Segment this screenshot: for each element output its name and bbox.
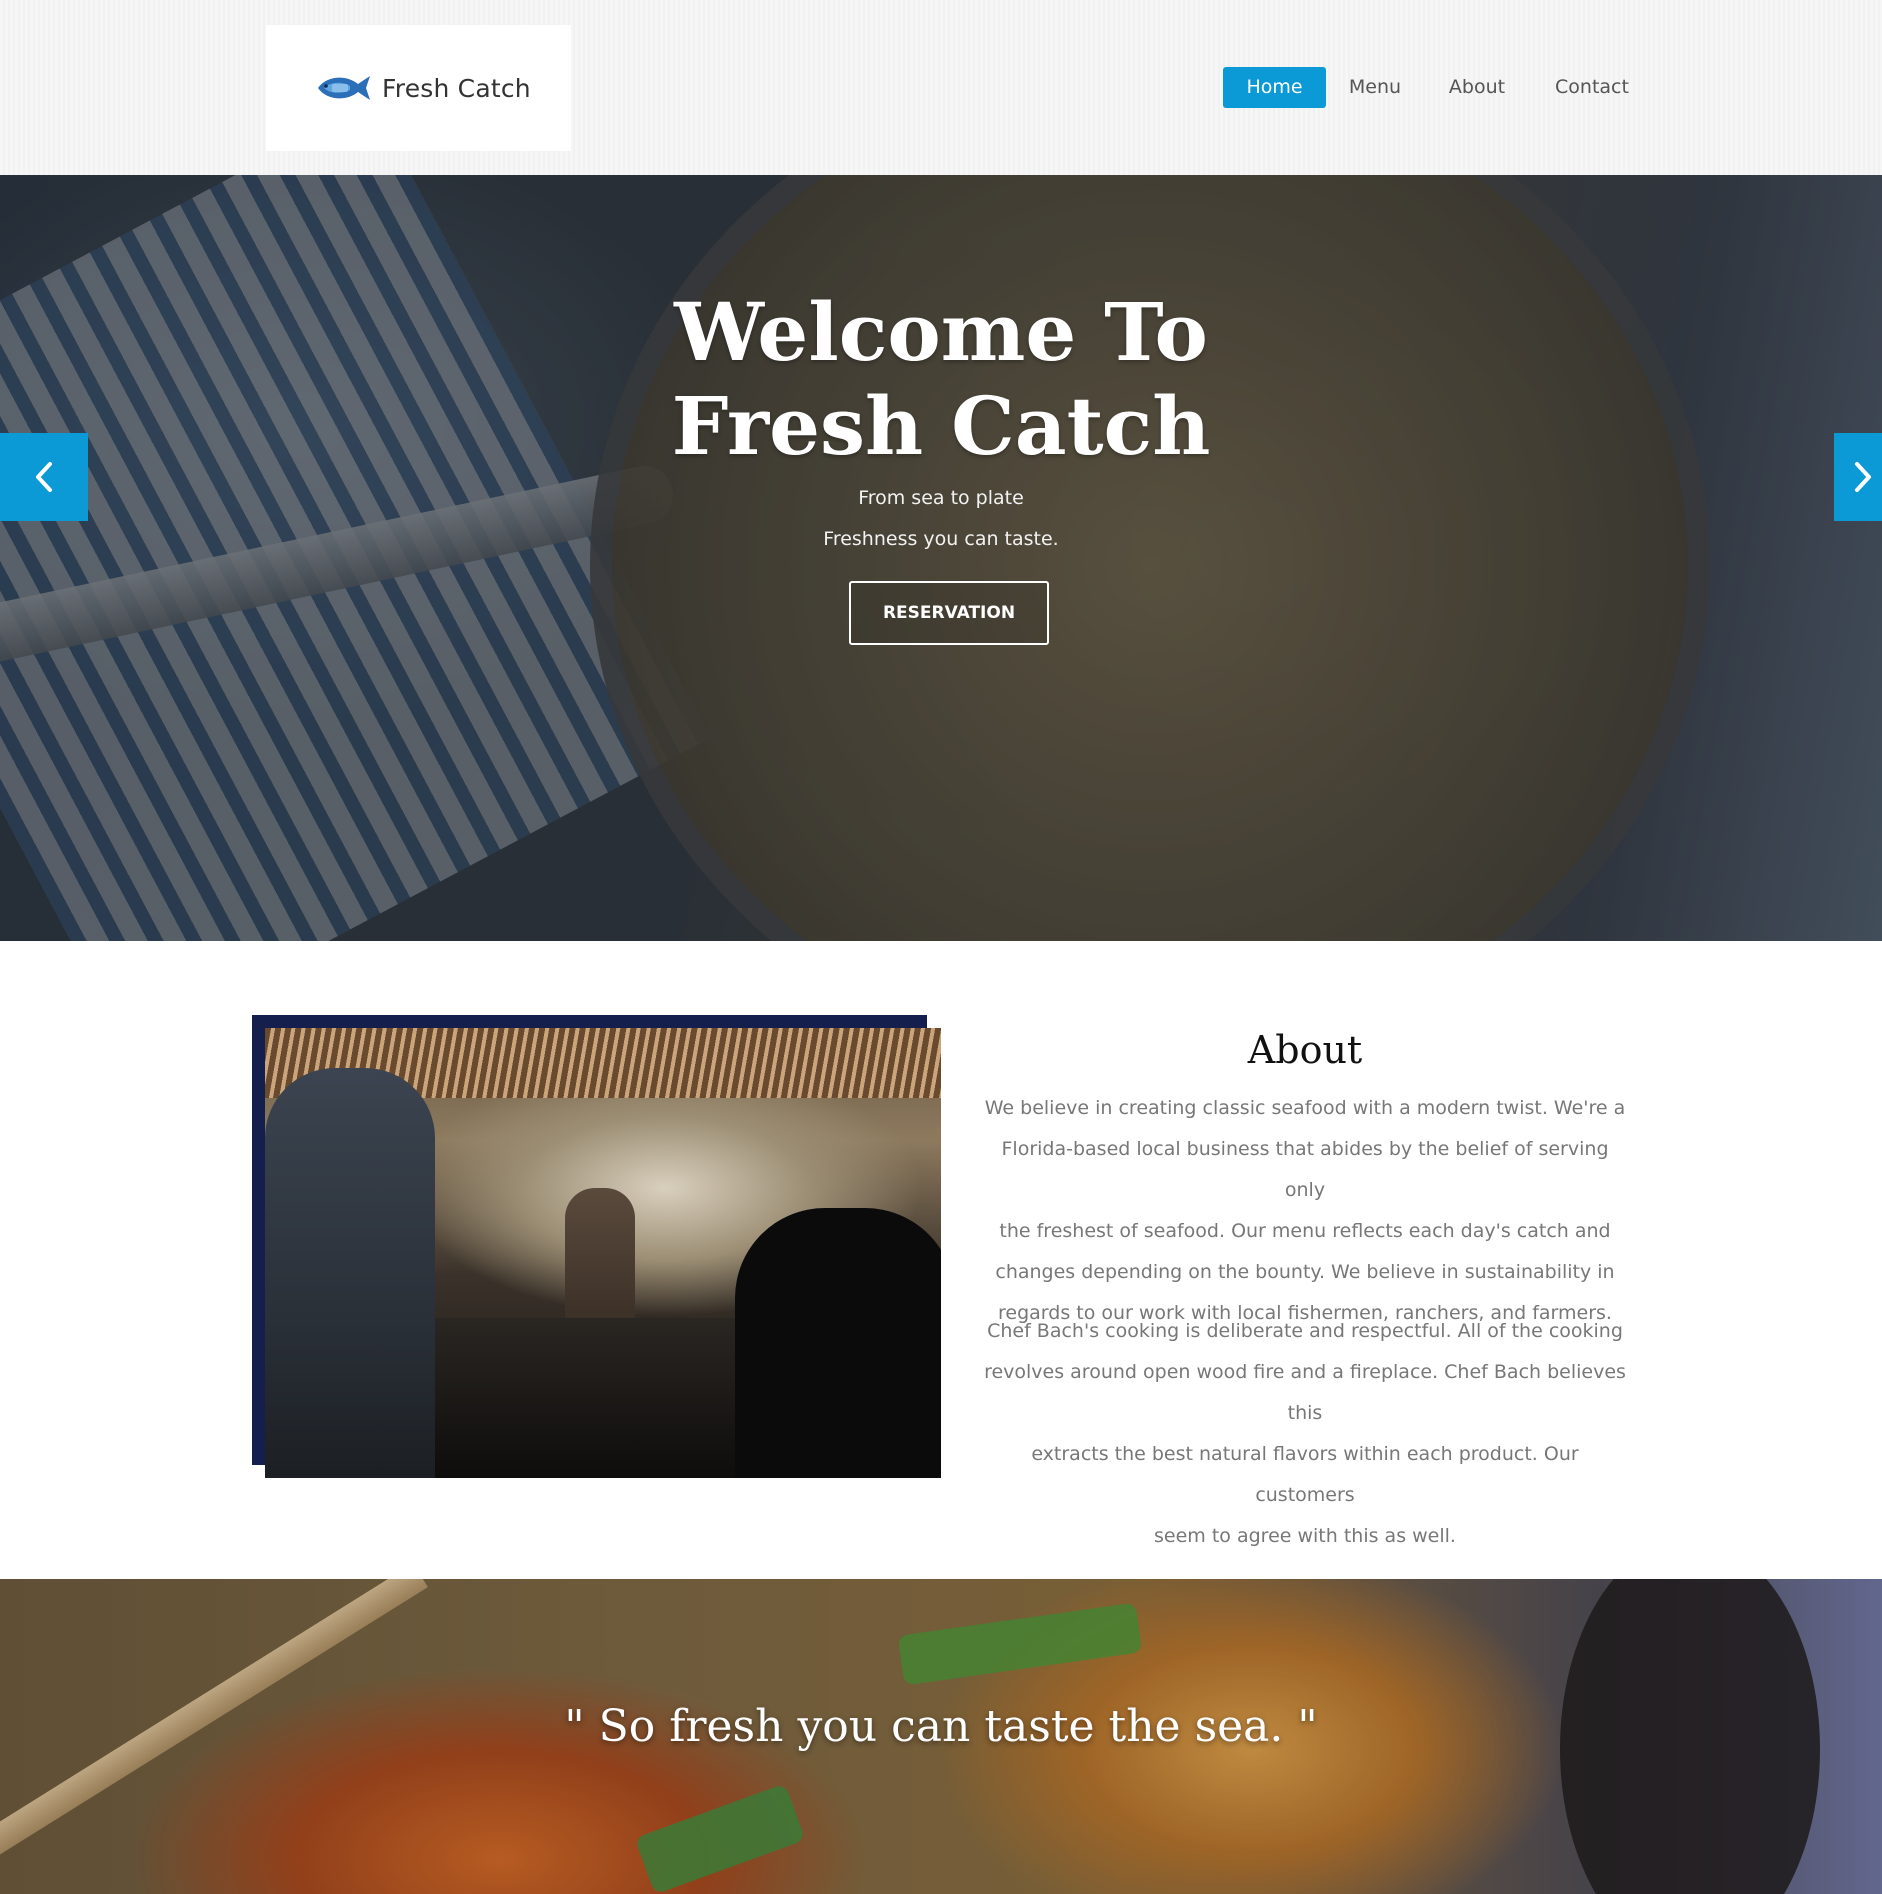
- photo-chef: [565, 1188, 635, 1328]
- quote-banner: " So fresh you can taste the sea. ": [0, 1579, 1882, 1894]
- slider-prev-button[interactable]: [0, 433, 88, 521]
- hero-subtitle-2: Freshness you can taste.: [823, 528, 1059, 550]
- about-p1-line: changes depending on the bounty. We beli…: [995, 1261, 1615, 1283]
- nav-contact[interactable]: Contact: [1548, 67, 1636, 108]
- slider-next-button[interactable]: [1834, 433, 1882, 521]
- brand-name: Fresh Catch: [382, 73, 531, 103]
- fish-icon: [318, 76, 370, 100]
- about-p2-line: extracts the best natural flavors within…: [1031, 1443, 1579, 1506]
- kitchen-photo: [265, 1028, 941, 1478]
- logo[interactable]: Fresh Catch: [266, 25, 571, 151]
- hero-subtitle-1: From sea to plate: [858, 487, 1024, 509]
- about-paragraph-2: Chef Bach's cooking is deliberate and re…: [980, 1311, 1630, 1557]
- nav-home[interactable]: Home: [1223, 67, 1326, 108]
- photo-person-left: [265, 1068, 435, 1478]
- about-paragraph-1: We believe in creating classic seafood w…: [980, 1088, 1630, 1334]
- hero-slider: Welcome To Fresh Catch From sea to plate…: [0, 175, 1882, 941]
- about-p2-line: revolves around open wood fire and a fir…: [984, 1361, 1626, 1424]
- hero-title-line2: Fresh Catch: [671, 379, 1211, 473]
- reservation-button[interactable]: RESERVATION: [849, 581, 1049, 645]
- quote-text: " So fresh you can taste the sea. ": [564, 1701, 1318, 1752]
- nav-about[interactable]: About: [1440, 67, 1514, 108]
- hero-title: Welcome To Fresh Catch: [0, 285, 1882, 473]
- chevron-left-icon: [36, 462, 52, 492]
- about-p1-line: Florida-based local business that abides…: [1001, 1138, 1609, 1201]
- about-heading: About: [1247, 1028, 1363, 1072]
- site-header: Fresh Catch Home Menu About Contact: [0, 0, 1882, 175]
- hero-title-line1: Welcome To: [674, 285, 1208, 379]
- nav-menu[interactable]: Menu: [1340, 67, 1410, 108]
- about-p1-line: the freshest of seafood. Our menu reflec…: [999, 1220, 1611, 1242]
- about-p2-line: Chef Bach's cooking is deliberate and re…: [987, 1320, 1623, 1342]
- photo-person-right: [735, 1208, 941, 1478]
- about-p1-line: We believe in creating classic seafood w…: [984, 1097, 1626, 1119]
- about-p2-line: seem to agree with this as well.: [1154, 1525, 1456, 1547]
- chevron-right-icon: [1855, 462, 1871, 492]
